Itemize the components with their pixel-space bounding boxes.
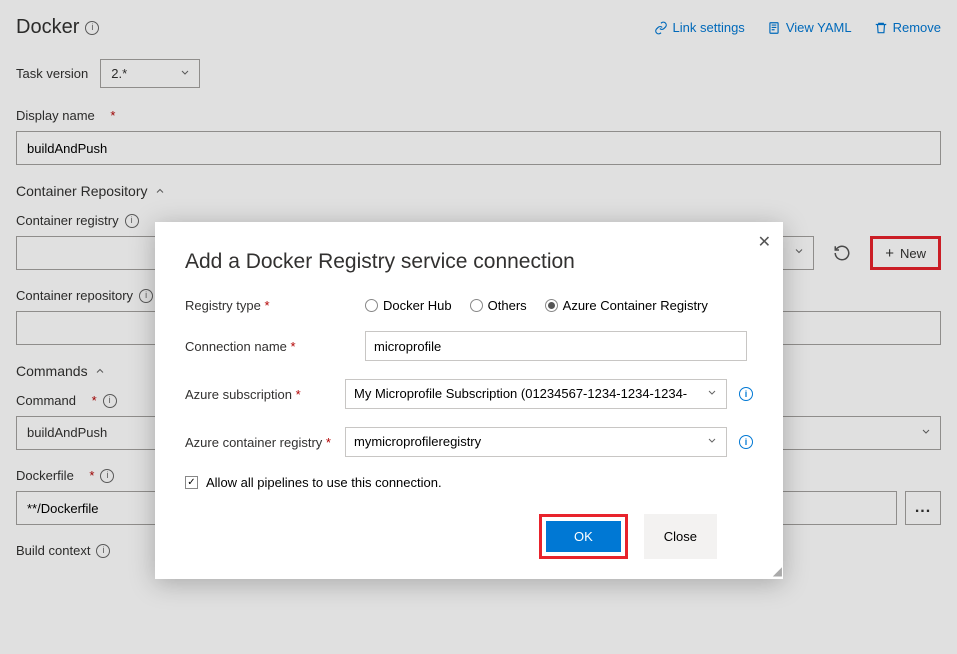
allow-all-label: Allow all pipelines to use this connecti… xyxy=(206,475,442,490)
dialog-buttons: OK Close xyxy=(185,514,753,559)
radio-acr[interactable]: Azure Container Registry xyxy=(545,298,708,313)
registry-type-radios: Docker Hub Others Azure Container Regist… xyxy=(365,298,753,313)
resize-handle-icon[interactable]: ◢ xyxy=(773,567,779,575)
service-connection-dialog: ✕ Add a Docker Registry service connecti… xyxy=(155,222,783,579)
connection-name-input[interactable] xyxy=(365,331,747,361)
dialog-close-button[interactable]: ✕ xyxy=(758,232,771,252)
allow-all-checkbox[interactable]: ✓ xyxy=(185,476,198,489)
info-icon[interactable]: i xyxy=(739,387,753,401)
azure-subscription-value: My Microprofile Subscription (01234567-1… xyxy=(354,386,687,401)
close-button[interactable]: Close xyxy=(644,514,717,559)
radio-others[interactable]: Others xyxy=(470,298,527,313)
azure-subscription-label: Azure subscription * xyxy=(185,387,345,402)
ok-highlight: OK xyxy=(539,514,628,559)
info-icon[interactable]: i xyxy=(739,435,753,449)
allow-all-row[interactable]: ✓ Allow all pipelines to use this connec… xyxy=(185,475,753,490)
registry-type-row: Registry type * Docker Hub Others Azure … xyxy=(185,298,753,313)
azure-registry-value: mymicroprofileregistry xyxy=(354,434,481,449)
radio-docker-hub[interactable]: Docker Hub xyxy=(365,298,452,313)
connection-name-row: Connection name * xyxy=(185,331,753,361)
azure-subscription-row: Azure subscription * My Microprofile Sub… xyxy=(185,379,753,409)
chevron-down-icon xyxy=(706,387,718,402)
azure-subscription-select[interactable]: My Microprofile Subscription (01234567-1… xyxy=(345,379,727,409)
chevron-down-icon xyxy=(706,435,718,450)
dialog-title: Add a Docker Registry service connection xyxy=(185,250,753,274)
ok-button[interactable]: OK xyxy=(546,521,621,552)
azure-registry-select[interactable]: mymicroprofileregistry xyxy=(345,427,727,457)
connection-name-label: Connection name * xyxy=(185,339,365,354)
azure-registry-label: Azure container registry * xyxy=(185,435,345,450)
azure-registry-row: Azure container registry * mymicroprofil… xyxy=(185,427,753,457)
registry-type-label: Registry type * xyxy=(185,298,365,313)
